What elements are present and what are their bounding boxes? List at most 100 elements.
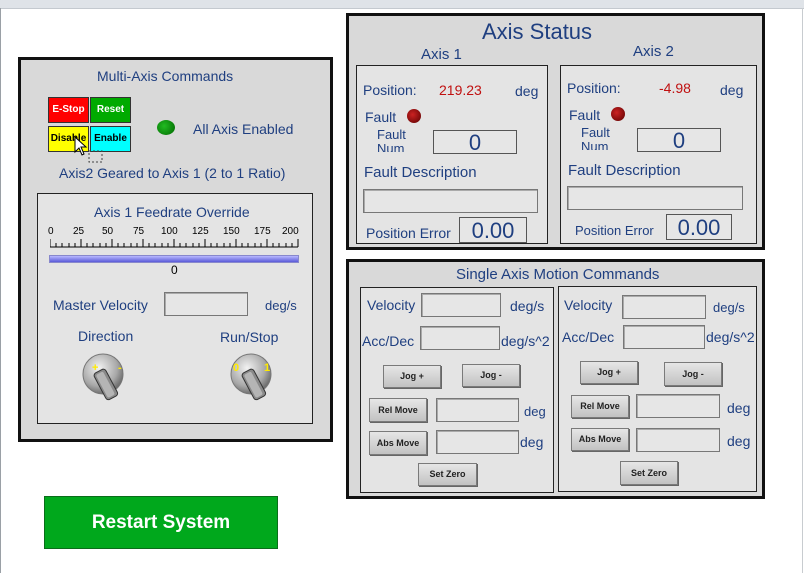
enabled-status-led [157,120,175,135]
tick-label: 125 [192,226,209,237]
tick-label: 175 [254,226,271,237]
tick-label: 150 [223,226,240,237]
master-velocity-label: Master Velocity [53,297,148,313]
axis2-fault-num-label: Fault Num [581,126,610,150]
axis2-commands-group: Velocity deg/s Acc/Dec deg/s^2 Jog + Jog… [558,286,757,492]
tick-label: 50 [102,226,114,237]
window-top-bar [0,0,804,9]
axis1-velocity-label: Velocity [367,297,416,313]
single-axis-panel: Single Axis Motion Commands Velocity deg… [346,259,765,499]
axis1-position-label: Position: [363,82,417,98]
feedrate-slider[interactable] [49,255,299,263]
axis2-velocity-field[interactable] [622,295,706,319]
axis2-fault-led [611,107,625,121]
axis1-pos-error-label: Position Error [366,225,451,241]
axis2-abs-move-button[interactable]: Abs Move [571,428,629,451]
axis1-fault-led [407,109,421,123]
axis-status-title: Axis Status [482,19,593,44]
axis1-position-unit: deg [515,83,539,99]
master-velocity-field[interactable] [164,292,248,316]
multi-axis-panel: Multi-Axis Commands E-Stop Reset Disable… [18,57,333,442]
feedrate-value: 0 [171,263,178,277]
axis2-accdec-label: Acc/Dec [562,329,615,345]
axis1-jog-plus-button[interactable]: Jog + [383,365,441,388]
mouse-cursor-icon [74,136,103,163]
restart-system-button[interactable]: Restart System [44,496,278,549]
direction-switch[interactable]: + - [78,352,134,408]
axis2-rel-move-field[interactable] [636,394,720,418]
axis1-rel-move-unit: deg [524,404,546,419]
feedrate-title: Axis 1 Feedrate Override [94,204,250,220]
axis2-fault-desc-field [567,186,743,210]
axis2-title: Axis 2 [633,43,674,60]
multi-axis-title: Multi-Axis Commands [97,68,234,84]
axis2-position-unit: deg [720,82,744,98]
tick-label: 75 [133,226,145,237]
axis1-position-value: 219.23 [439,82,482,98]
feedrate-scale [50,239,299,248]
runstop-switch[interactable]: 0 1 [226,352,282,408]
window-right-edge [802,8,803,573]
axis1-rel-move-button[interactable]: Rel Move [369,398,427,422]
window-left-edge [0,8,1,573]
axis2-jog-plus-button[interactable]: Jog + [580,361,638,384]
axis1-title: Axis 1 [421,46,462,63]
axis1-velocity-field[interactable] [421,293,501,317]
axis2-position-value: -4.98 [659,80,691,96]
axis1-fault-label: Fault [365,109,397,125]
axis1-abs-move-button[interactable]: Abs Move [369,431,427,455]
axis2-status-group: Position: -4.98 deg Fault Fault Num 0 Fa… [560,65,757,244]
tick-label: 100 [161,226,178,237]
axis2-jog-minus-button[interactable]: Jog - [664,362,722,386]
axis2-abs-move-field[interactable] [636,428,720,452]
single-axis-title: Single Axis Motion Commands [456,266,660,283]
axis1-abs-move-unit: deg [520,434,544,450]
direction-label: Direction [78,328,134,344]
axis2-rel-move-button[interactable]: Rel Move [571,395,629,418]
axis1-fault-num-field: 0 [433,130,517,155]
axis2-accdec-field[interactable] [623,325,705,349]
axis2-abs-move-unit: deg [727,433,751,449]
runstop-off-label: 0 [233,362,240,374]
axis2-accdec-unit: deg/s^2 [706,329,755,345]
axis2-velocity-label: Velocity [564,297,613,313]
axis2-fault-num-field: 0 [637,128,721,153]
axis2-fault-label: Fault [569,107,601,123]
direction-knob-icon [82,353,124,401]
axis2-position-label: Position: [567,80,621,96]
runstop-knob-icon [230,353,272,401]
axis2-fault-desc-label: Fault Description [568,162,681,179]
runstop-label: Run/Stop [220,329,279,345]
axis1-set-zero-button[interactable]: Set Zero [418,463,477,486]
axis1-accdec-field[interactable] [420,326,500,350]
direction-minus-label: - [118,362,122,374]
axis1-pos-error-field: 0.00 [459,217,527,243]
axis1-fault-desc-field [363,189,538,213]
axis1-status-group: Position: 219.23 deg Fault Fault Num 0 F… [356,65,548,244]
axis1-rel-move-field[interactable] [436,398,519,422]
tick-label: 200 [282,226,299,237]
enabled-status-text: All Axis Enabled [193,121,294,137]
tick-label: 0 [48,226,54,237]
master-velocity-unit: deg/s [265,298,297,313]
axis2-pos-error-label: Position Error [575,223,654,238]
axis2-rel-move-unit: deg [727,400,751,416]
axis1-accdec-unit: deg/s^2 [501,333,550,349]
axis2-set-zero-button[interactable]: Set Zero [620,461,678,485]
axis1-abs-move-field[interactable] [436,430,519,454]
estop-button[interactable]: E-Stop [48,97,89,123]
geared-text: Axis2 Geared to Axis 1 (2 to 1 Ratio) [59,165,286,181]
axis1-fault-num-label: Fault Num [377,128,406,152]
axis1-fault-desc-label: Fault Description [364,164,477,181]
axis-status-panel: Axis Status Axis 1 Axis 2 Position: 219.… [346,13,765,250]
axis2-velocity-unit: deg/s [713,300,745,315]
axis1-jog-minus-button[interactable]: Jog - [462,364,520,387]
direction-plus-label: + [92,362,99,374]
tick-label: 25 [73,226,85,237]
axis1-accdec-label: Acc/Dec [362,333,415,349]
axis1-commands-group: Velocity deg/s Acc/Dec deg/s^2 Jog + Jog… [360,287,554,493]
feedrate-group: Axis 1 Feedrate Override 0 25 50 75 100 … [37,193,313,424]
feedrate-tick-labels: 0 25 50 75 100 125 150 175 200 [48,226,304,238]
runstop-on-label: 1 [264,362,271,374]
reset-button[interactable]: Reset [90,97,131,123]
